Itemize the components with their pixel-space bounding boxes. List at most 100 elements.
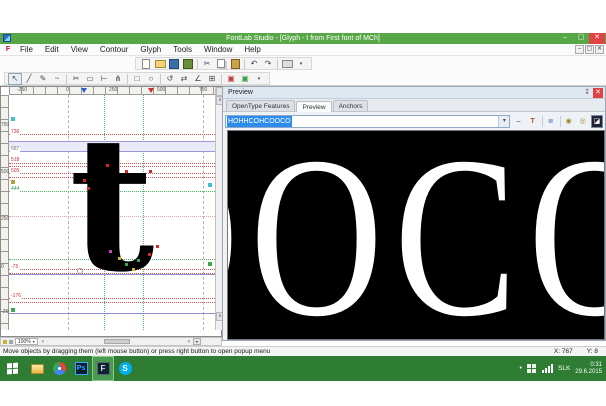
marker-icon[interactable] [208,262,212,266]
lock-icon[interactable] [3,340,7,344]
menu-tools[interactable]: Tools [167,44,198,56]
waterfall-button[interactable]: ≣ [545,115,557,128]
sample-text-input[interactable]: HOHHCOHCOOCO ▾ [225,115,510,128]
open-button[interactable] [153,58,167,70]
node[interactable] [118,257,121,260]
left-sidebearing-marker[interactable] [81,88,87,93]
menu-window[interactable]: Window [198,44,238,56]
text-mode-button[interactable]: T [527,115,539,128]
node[interactable] [149,170,152,173]
tool-snap[interactable]: ⋔ [111,73,125,85]
menu-edit[interactable]: Edit [39,44,65,56]
chevron-down-icon[interactable]: ▾ [498,116,509,127]
tool-pen[interactable]: ~ [50,73,64,85]
scroll-left-button[interactable]: ‹ [42,339,44,345]
tab-opentype-features[interactable]: OpenType Features [226,100,295,111]
redo-button[interactable]: ↷ [261,58,275,70]
tool-slant[interactable]: ∠ [191,73,205,85]
tool-meter[interactable]: ⊢ [97,73,111,85]
tab-preview[interactable]: Preview [296,101,331,112]
scroll-right-button[interactable]: › [188,339,190,345]
paste-button[interactable] [228,58,242,70]
clock[interactable]: 0:31 29.6.2015 [575,362,604,376]
tool-line[interactable]: ╱ [22,73,36,85]
tool-rotate[interactable]: ↺ [163,73,177,85]
mdi-minimize-button[interactable]: – [575,45,584,54]
preview-render-area[interactable]: OOCO [227,130,605,340]
cut-button[interactable]: ✂ [200,58,214,70]
window-titlebar[interactable]: FontLab Studio - [Glyph - t from First f… [0,33,606,44]
glyph-editor-window[interactable]: -250 0 250 500 750 750 500 250 0 -250 [0,86,222,337]
node[interactable] [106,164,109,167]
globe-icon[interactable]: ◉ [563,115,575,128]
undo-button[interactable]: ↶ [247,58,261,70]
tool-pencil[interactable]: ✎ [36,73,50,85]
mdi-restore-button[interactable]: ▢ [585,45,594,54]
action-center-icon[interactable] [527,364,537,373]
minimize-button[interactable]: – [557,33,573,44]
save-all-button[interactable] [181,58,195,70]
descender-line[interactable] [9,313,215,314]
save-button[interactable] [167,58,181,70]
corner-more-button[interactable]: ▾ [193,338,201,345]
tool-ellipse[interactable]: ○ [144,73,158,85]
preview-panel-titlebar[interactable]: Preview ↧ ✕ [223,87,605,99]
invert-colors-button[interactable]: ◪ [591,115,603,128]
right-sidebearing-guide[interactable] [203,95,204,330]
node[interactable] [125,170,128,173]
mdi-close-button[interactable]: ✕ [595,45,604,54]
menu-file[interactable]: File [14,44,39,56]
tools-more-button[interactable]: ▾ [252,73,266,85]
taskbar-skype[interactable]: S [114,356,136,381]
globe-alt-icon[interactable]: ◎ [577,115,589,128]
network-signal-icon[interactable] [542,364,553,373]
taskbar-chrome[interactable] [48,356,70,381]
language-indicator[interactable]: SLK [558,365,570,372]
print-button[interactable] [280,58,294,70]
taskbar-fontlab[interactable]: F [92,356,114,381]
marker-icon[interactable] [11,308,15,312]
horizontal-ruler[interactable]: -250 0 250 500 750 [9,87,215,95]
toolbar-more-button[interactable]: ▾ [294,58,308,70]
marker-icon[interactable] [11,180,15,184]
glyph-outline[interactable]: t [69,112,154,297]
marker-icon[interactable] [11,117,15,121]
tool-eraser[interactable]: ▭ [83,73,97,85]
features-off-button[interactable]: – [512,115,524,128]
node[interactable] [132,268,135,271]
node[interactable] [125,263,128,266]
pin-icon[interactable]: ↧ [583,89,591,97]
vertical-ruler[interactable]: 750 500 250 0 -250 [1,95,9,330]
tool-guides[interactable]: ▣ [238,73,252,85]
zoom-select[interactable]: 100% ▾ [15,338,38,345]
node[interactable] [137,259,140,262]
tool-mask[interactable]: ▣ [224,73,238,85]
menu-glyph[interactable]: Glyph [134,44,167,56]
start-button[interactable] [0,356,26,381]
node[interactable] [156,245,159,248]
tool-rectangle[interactable]: □ [130,73,144,85]
menu-contour[interactable]: Contour [94,44,134,56]
new-button[interactable] [139,58,153,70]
taskbar-photoshop[interactable]: Ps [70,356,92,381]
right-sidebearing-marker[interactable] [148,88,154,93]
tray-overflow-button[interactable]: • [520,365,522,372]
taskbar-explorer[interactable] [26,356,48,381]
preview-close-button[interactable]: ✕ [593,88,603,98]
close-button[interactable]: ✕ [589,33,605,44]
node[interactable] [83,179,86,182]
menu-help[interactable]: Help [238,44,266,56]
maximize-button[interactable]: ▢ [573,33,589,44]
tool-transform[interactable]: ⊞ [205,73,219,85]
copy-button[interactable] [214,58,228,70]
marker-icon[interactable] [208,183,212,187]
node[interactable] [87,187,90,190]
node[interactable] [148,253,151,256]
layers-icon[interactable] [9,340,13,344]
tool-mirror[interactable]: ⇄ [177,73,191,85]
menu-view[interactable]: View [65,44,94,56]
tab-anchors[interactable]: Anchors [333,100,369,111]
horizontal-scroll-thumb[interactable] [104,339,130,344]
node[interactable] [109,250,112,253]
glyph-canvas[interactable]: 736 687 518 505 444 -75 -176 t [9,95,215,330]
